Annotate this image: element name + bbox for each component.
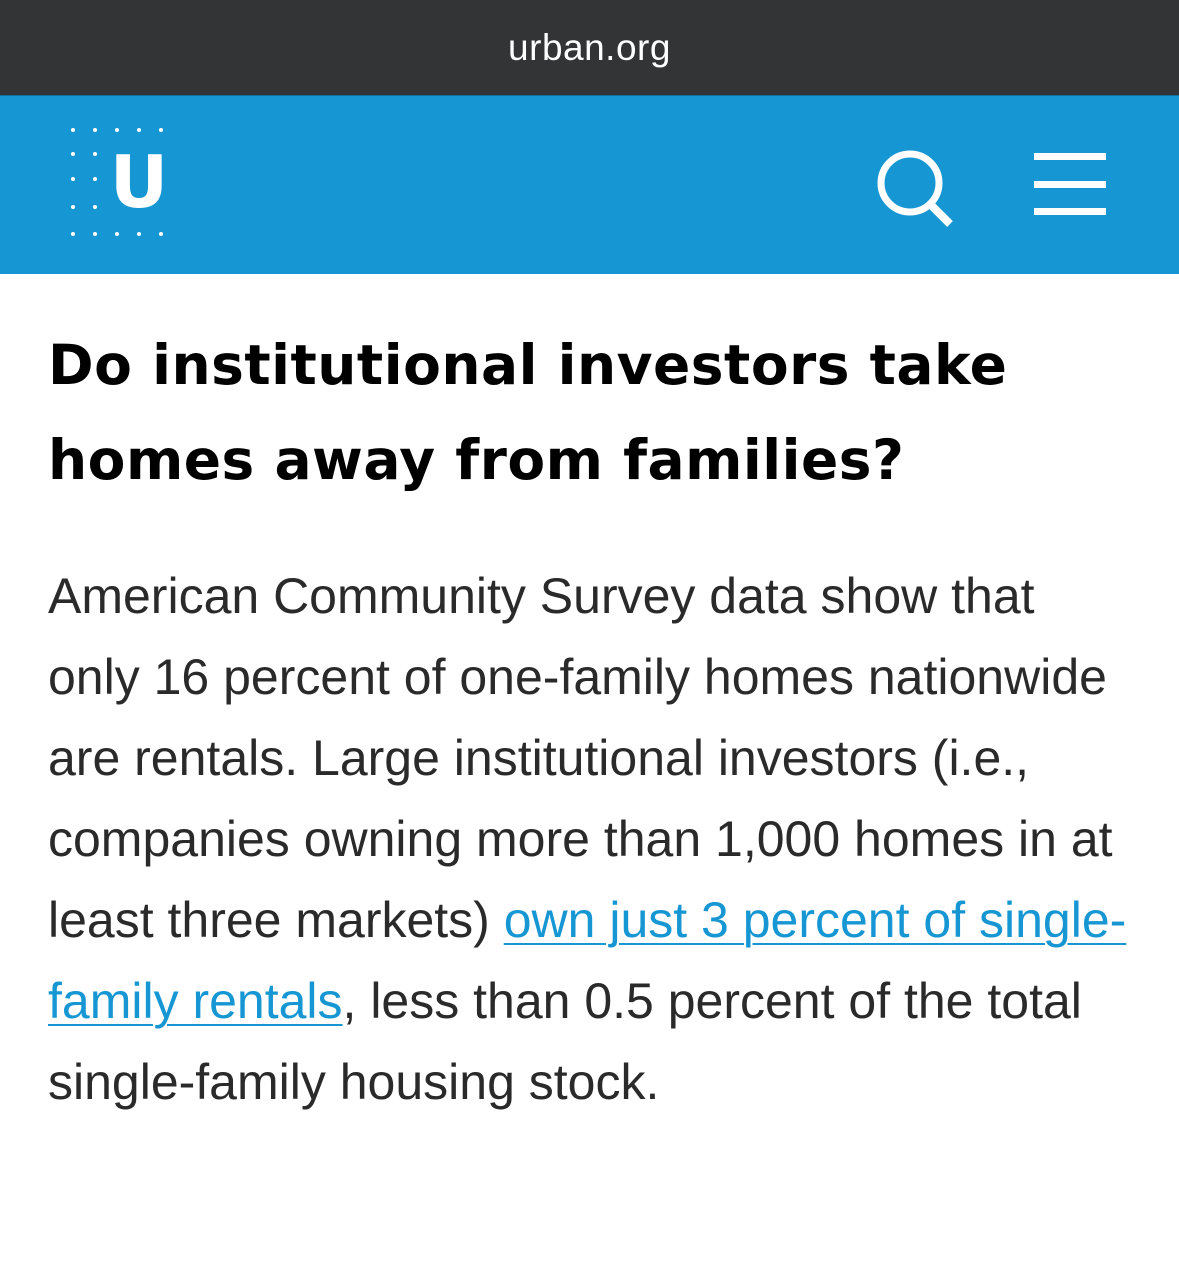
article-content: Do institutional investors take homes aw… (48, 318, 1138, 1123)
site-header: U (0, 95, 1179, 274)
search-button[interactable] (872, 146, 956, 230)
article-title: Do institutional investors take homes aw… (48, 333, 1008, 492)
urban-institute-logo[interactable]: U (62, 123, 182, 243)
hamburger-menu-icon-bar-bottom (1034, 208, 1106, 215)
hamburger-menu-icon-bar-top (1034, 153, 1106, 160)
search-icon (877, 150, 953, 227)
logo-dots-icon: U (71, 128, 168, 236)
article-text-before-link: American Community Survey data show that… (48, 568, 1113, 948)
browser-url-bar[interactable]: urban.org (0, 0, 1179, 95)
article-paragraph: American Community Survey data show that… (48, 556, 1133, 1123)
menu-button[interactable] (1030, 151, 1110, 219)
hamburger-menu-icon-bar-middle (1034, 181, 1106, 188)
logo-letter: U (110, 140, 168, 224)
url-text: urban.org (508, 26, 671, 68)
